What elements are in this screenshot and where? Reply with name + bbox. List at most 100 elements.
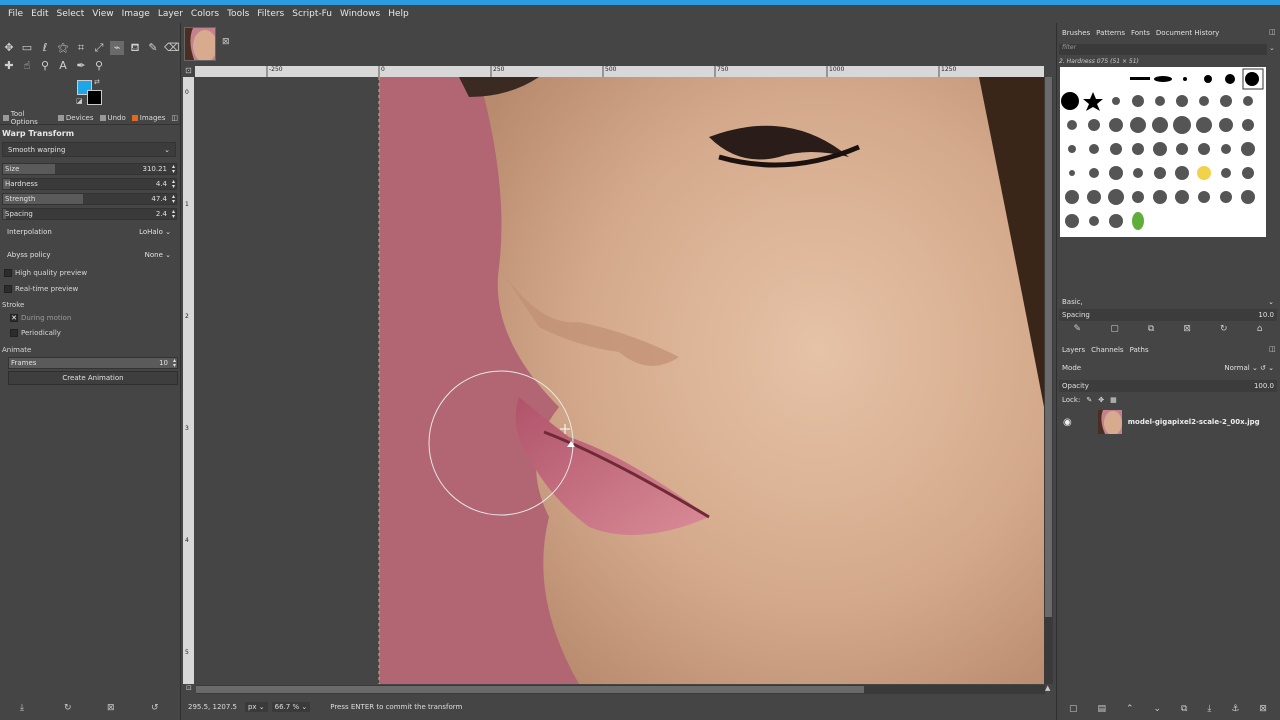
- warp-transform-icon[interactable]: ⌁: [110, 41, 124, 55]
- unit-select[interactable]: px ⌄: [244, 702, 268, 712]
- visibility-eye-icon[interactable]: ◉: [1063, 417, 1072, 428]
- spacing-slider[interactable]: Spacing 2.4 ▴ ▾: [2, 208, 177, 220]
- vertical-scrollbar[interactable]: [1044, 77, 1053, 684]
- anchor-icon[interactable]: ⚓: [1231, 704, 1239, 714]
- spinner-icon[interactable]: ▴ ▾: [172, 179, 175, 190]
- swap-colors-icon[interactable]: ⇄: [94, 78, 100, 86]
- default-colors-icon[interactable]: ◪: [76, 97, 83, 105]
- open-brush-icon[interactable]: ⌂: [1257, 324, 1263, 334]
- brush-spacing-slider[interactable]: Spacing 10.0: [1059, 309, 1277, 321]
- scroll-thumb[interactable]: [1045, 77, 1052, 617]
- spinner-icon[interactable]: ▴ ▾: [172, 209, 175, 220]
- lower-layer-icon[interactable]: ⌄: [1153, 704, 1161, 714]
- new-layer-icon[interactable]: ▢: [1069, 704, 1078, 714]
- eraser-icon[interactable]: ⌫: [164, 41, 180, 55]
- text-tool-icon[interactable]: A: [56, 59, 70, 73]
- menu-view[interactable]: View: [88, 9, 117, 19]
- fuzzy-select-icon[interactable]: ⚝: [56, 41, 70, 55]
- strength-slider[interactable]: Strength 47.4 ▴ ▾: [2, 193, 177, 205]
- realtime-preview-checkbox[interactable]: Real-time preview: [4, 285, 78, 293]
- edit-brush-icon[interactable]: ✎: [1074, 324, 1082, 334]
- paint-bucket-icon[interactable]: ⛾: [128, 41, 142, 55]
- create-animation-button[interactable]: Create Animation: [8, 371, 178, 385]
- tab-layers[interactable]: Layers: [1059, 346, 1088, 354]
- background-color-swatch[interactable]: [87, 90, 102, 105]
- refresh-brushes-icon[interactable]: ↻: [1220, 324, 1228, 334]
- close-image-icon[interactable]: ⊠: [222, 37, 230, 47]
- smudge-icon[interactable]: ☝: [20, 59, 34, 73]
- menu-image[interactable]: Image: [118, 9, 154, 19]
- scroll-thumb[interactable]: [196, 686, 864, 693]
- hq-preview-checkbox[interactable]: High quality preview: [4, 269, 87, 277]
- zoom-icon[interactable]: ⚲: [92, 59, 106, 73]
- duplicate-layer-icon[interactable]: ⧉: [1181, 704, 1187, 714]
- menu-script-fu[interactable]: Script-Fu: [288, 9, 336, 19]
- warp-mode-select[interactable]: Smooth warping ⌄: [2, 142, 176, 157]
- tab-paths[interactable]: Paths: [1127, 346, 1152, 354]
- hardness-slider[interactable]: Hardness 4.4 ▴ ▾: [2, 178, 177, 190]
- brush-grid[interactable]: [1060, 67, 1266, 237]
- tab-brushes[interactable]: Brushes: [1059, 29, 1093, 37]
- new-group-icon[interactable]: ▤: [1097, 704, 1106, 714]
- menu-tools[interactable]: Tools: [223, 9, 253, 19]
- delete-icon[interactable]: ⊠: [107, 703, 115, 713]
- size-slider[interactable]: Size 310.21 ▴ ▾: [2, 163, 177, 175]
- tab-tool-options[interactable]: Tool Options: [0, 110, 55, 126]
- lock-pixels-icon[interactable]: ✎: [1086, 396, 1092, 404]
- crop-icon[interactable]: ⌗: [74, 41, 88, 55]
- tab-channels[interactable]: Channels: [1088, 346, 1126, 354]
- unified-transform-icon[interactable]: ⤢: [92, 41, 106, 55]
- save-preset-icon[interactable]: ⤓: [20, 703, 24, 713]
- zoom-select[interactable]: 66.7 % ⌄: [271, 702, 311, 712]
- menu-select[interactable]: Select: [53, 9, 89, 19]
- menu-edit[interactable]: Edit: [27, 9, 52, 19]
- delete-brush-icon[interactable]: ⊠: [1183, 324, 1191, 334]
- abyss-policy-select[interactable]: Abyss policy None ⌄: [2, 247, 176, 262]
- layer-mode-select[interactable]: Mode Normal ⌄ ↺ ⌄: [1059, 362, 1277, 374]
- rect-select-icon[interactable]: ▭: [20, 41, 34, 55]
- menu-help[interactable]: Help: [384, 9, 413, 19]
- tab-fonts[interactable]: Fonts: [1128, 29, 1153, 37]
- menu-layer[interactable]: Layer: [154, 9, 187, 19]
- layer-row[interactable]: ◉ model-gigapixel2-scale-2_00x.jpg: [1059, 409, 1277, 435]
- zoom-fit-icon[interactable]: ▲: [1045, 684, 1050, 692]
- lock-alpha-icon[interactable]: ▦: [1110, 396, 1117, 404]
- frames-slider[interactable]: Frames 10 ▴ ▾: [8, 357, 178, 369]
- heal-icon[interactable]: ✚: [2, 59, 16, 73]
- tab-document-history[interactable]: Document History: [1153, 29, 1222, 37]
- lasso-icon[interactable]: ℓ: [38, 41, 52, 55]
- paintbrush-icon[interactable]: ✎: [146, 41, 160, 55]
- menu-windows[interactable]: Windows: [336, 9, 384, 19]
- during-motion-checkbox[interactable]: ✕ During motion: [10, 314, 71, 322]
- spinner-icon[interactable]: ▴ ▾: [173, 358, 176, 369]
- raise-layer-icon[interactable]: ⌃: [1126, 704, 1134, 714]
- chevron-down-icon[interactable]: ⌄: [1269, 44, 1275, 52]
- menu-file[interactable]: File: [4, 9, 27, 19]
- path-icon[interactable]: ⚲: [38, 59, 52, 73]
- lock-position-icon[interactable]: ✥: [1098, 396, 1104, 404]
- menu-colors[interactable]: Colors: [187, 9, 223, 19]
- new-brush-icon[interactable]: ▢: [1110, 324, 1119, 334]
- menu-filters[interactable]: Filters: [253, 9, 288, 19]
- duplicate-brush-icon[interactable]: ⧉: [1148, 324, 1154, 334]
- color-picker-icon[interactable]: ✒: [74, 59, 88, 73]
- quick-mask-icon[interactable]: ⊡: [185, 66, 192, 75]
- brush-hardness-075[interactable]: [1245, 72, 1259, 86]
- tab-patterns[interactable]: Patterns: [1093, 29, 1128, 37]
- opacity-slider[interactable]: Opacity 100.0: [1059, 380, 1277, 392]
- periodically-checkbox[interactable]: Periodically: [10, 329, 61, 337]
- restore-icon[interactable]: ↻: [64, 703, 72, 713]
- dock-menu-icon[interactable]: ◫: [1269, 28, 1276, 36]
- dock-menu-icon[interactable]: ◫: [168, 114, 181, 122]
- interpolation-select[interactable]: Interpolation LoHalo ⌄: [2, 224, 176, 239]
- navigate-icon[interactable]: ⊡: [186, 684, 192, 692]
- image-tab-thumbnail[interactable]: [184, 27, 216, 61]
- reset-icon[interactable]: ↺: [151, 703, 159, 713]
- image-canvas[interactable]: [195, 77, 1044, 684]
- tab-devices[interactable]: Devices: [55, 114, 97, 122]
- horizontal-scrollbar[interactable]: [196, 685, 1045, 694]
- move-tool-icon[interactable]: ✥: [2, 41, 16, 55]
- brush-filter-input[interactable]: filter: [1059, 44, 1267, 55]
- dock-menu-icon[interactable]: ◫: [1269, 345, 1276, 353]
- tab-images[interactable]: Images: [129, 114, 169, 122]
